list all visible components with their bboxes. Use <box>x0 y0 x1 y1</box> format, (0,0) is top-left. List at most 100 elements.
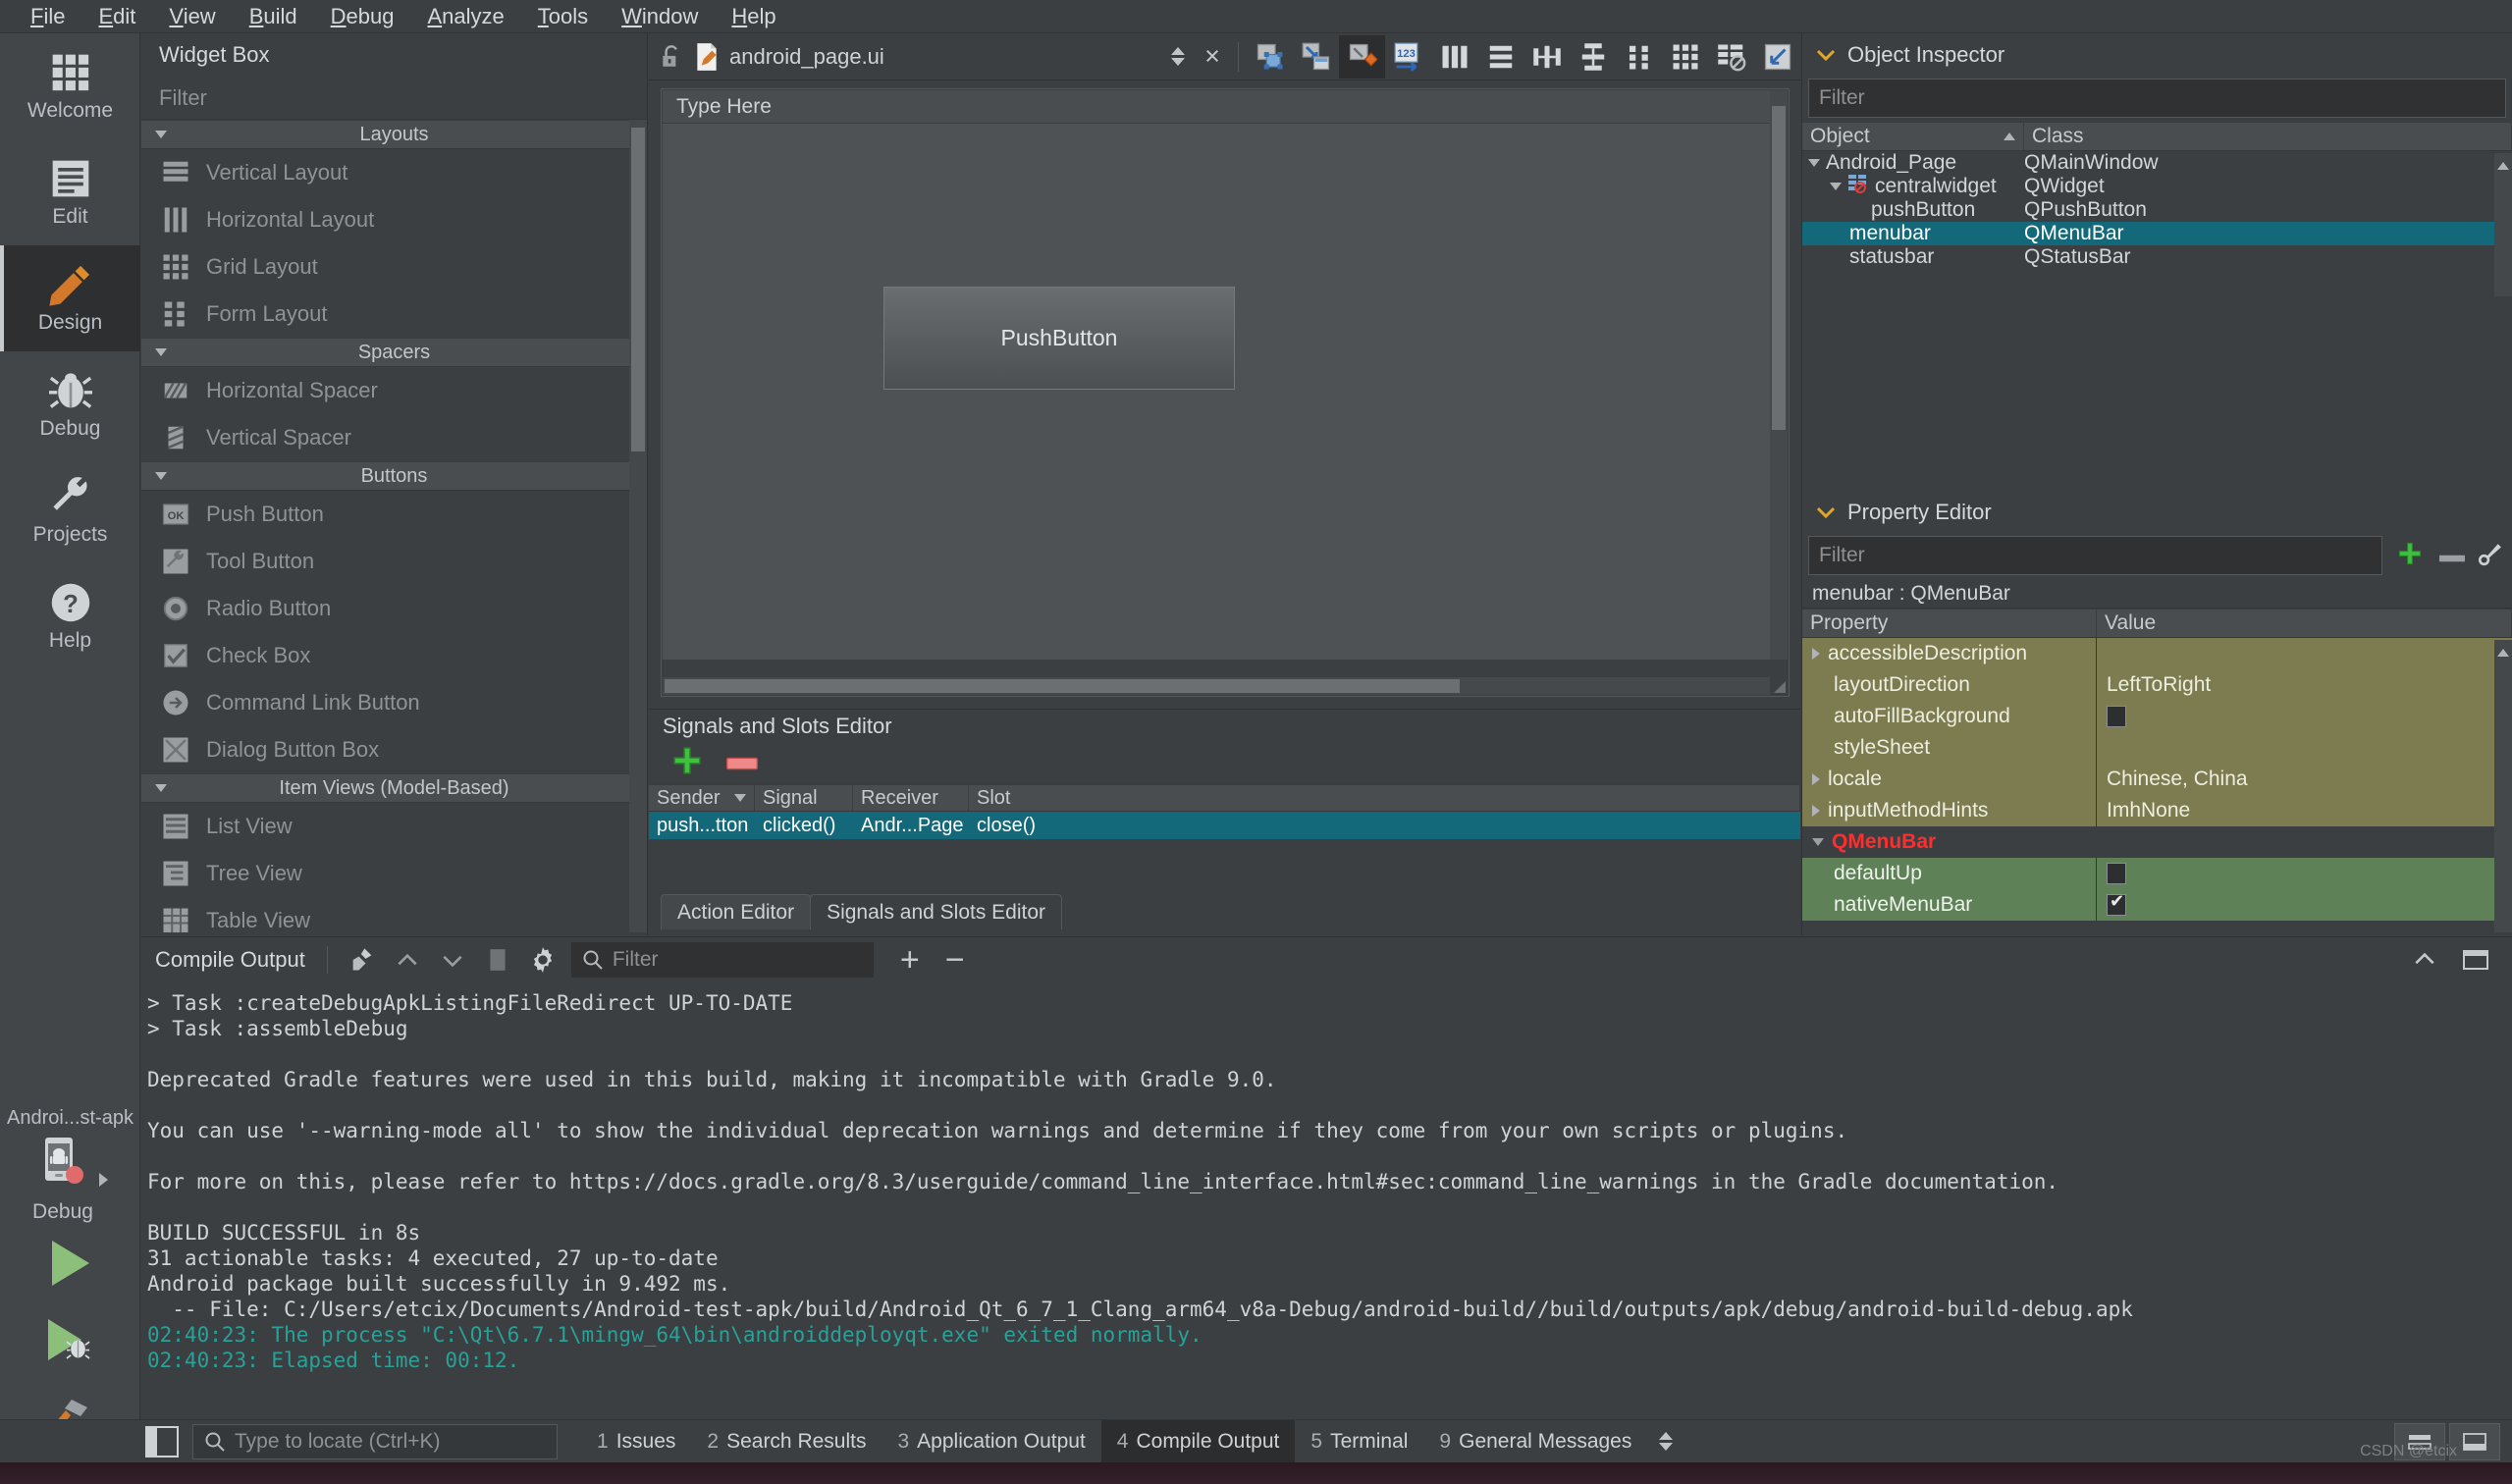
mode-button-debug[interactable]: Debug <box>0 351 140 457</box>
property-editor-scrollbar[interactable] <box>2494 640 2512 932</box>
property-checkbox[interactable] <box>2107 891 2126 916</box>
object-inspector-row[interactable]: menubar QMenuBar <box>1802 222 2512 245</box>
widget-item-form-layout[interactable]: Form Layout <box>141 291 647 338</box>
widget-item-tool-button[interactable]: Tool Button <box>141 538 647 585</box>
connection-slot[interactable]: close() <box>969 812 1800 839</box>
object-inspector-filter[interactable]: Filter <box>1808 79 2506 118</box>
output-tab-terminal[interactable]: 5 Terminal <box>1295 1420 1423 1463</box>
run-button[interactable] <box>0 1224 140 1302</box>
property-row[interactable]: inputMethodHints ImhNone <box>1802 795 2512 826</box>
close-file-button[interactable]: × <box>1195 41 1230 72</box>
property-row[interactable]: defaultUp <box>1802 858 2512 889</box>
output-tab-general-messages[interactable]: 9 General Messages <box>1423 1420 1647 1463</box>
toolbar-layout-horizontally-button[interactable] <box>1431 35 1477 79</box>
canvas-vertical-scrollbar[interactable] <box>1770 90 1788 660</box>
property-value[interactable] <box>2097 858 2512 889</box>
menu-debug[interactable]: Debug <box>314 0 411 33</box>
object-inspector-row[interactable]: centralwidget QWidget <box>1802 175 2512 198</box>
start-debugging-button[interactable] <box>0 1302 140 1381</box>
stop-square-icon[interactable] <box>475 940 520 980</box>
chevron-down-icon[interactable] <box>430 940 475 980</box>
mode-button-design[interactable]: Design <box>0 245 140 351</box>
output-tab-search-results[interactable]: 2 Search Results <box>691 1420 882 1463</box>
mode-button-edit[interactable]: Edit <box>0 139 140 245</box>
resize-corner-icon[interactable] <box>1773 680 1787 694</box>
column-header-value[interactable]: Value <box>2097 610 2512 637</box>
widget-item-table-view[interactable]: Table View <box>141 897 647 932</box>
configure-properties-button[interactable] <box>2473 541 2512 572</box>
widget-item-radio-button[interactable]: Radio Button <box>141 585 647 632</box>
column-header-property[interactable]: Property <box>1802 610 2097 637</box>
kit-selector[interactable]: Androi...st-apk Debug <box>0 1103 140 1459</box>
widget-box-scrollbar[interactable] <box>629 120 647 932</box>
widget-item-tree-view[interactable]: Tree View <box>141 850 647 897</box>
property-row[interactable]: QMenuBar <box>1802 826 2512 858</box>
widget-item-check-box[interactable]: Check Box <box>141 632 647 679</box>
widget-group-header[interactable]: Spacers <box>141 338 647 367</box>
pushbutton-widget[interactable]: PushButton <box>883 287 1235 390</box>
property-value[interactable] <box>2097 732 2512 764</box>
mode-button-help[interactable]: ? Help <box>0 563 140 669</box>
unlocked-padlock-icon[interactable] <box>659 44 684 70</box>
toolbar-layout-in-form-layout-button[interactable] <box>1616 35 1662 79</box>
property-row[interactable]: accessibleDescription <box>1802 638 2512 669</box>
menu-view[interactable]: View <box>152 0 232 33</box>
toolbar-layout-horizontally-in-splitter-button[interactable] <box>1523 35 1570 79</box>
kit-target-button[interactable]: Debug <box>32 1136 93 1224</box>
widget-item-vertical-spacer[interactable]: Vertical Spacer <box>141 414 647 461</box>
close-output-pane-button[interactable] <box>2453 940 2498 980</box>
widget-item-horizontal-spacer[interactable]: Horizontal Spacer <box>141 367 647 414</box>
widget-item-dialog-button-box[interactable]: Dialog Button Box <box>141 726 647 773</box>
column-header-receiver[interactable]: Receiver <box>853 785 969 811</box>
open-file-name[interactable]: android_page.ui <box>729 44 884 70</box>
chevron-down-icon[interactable] <box>1816 506 1836 518</box>
updown-spinner-icon[interactable] <box>1659 1432 1674 1451</box>
property-value[interactable]: LeftToRight <box>2097 669 2512 701</box>
toolbar-adjust-size-button[interactable] <box>1754 35 1800 79</box>
zoom-in-button[interactable]: + <box>887 940 933 980</box>
object-inspector-header[interactable]: Object Inspector <box>1802 33 2512 77</box>
property-row[interactable]: autoFillBackground <box>1802 701 2512 732</box>
widget-item-horizontal-layout[interactable]: Horizontal Layout <box>141 196 647 243</box>
connection-signal[interactable]: clicked() <box>755 812 853 839</box>
chevron-up-icon[interactable] <box>385 940 430 980</box>
chevron-up-icon[interactable] <box>2494 646 2512 660</box>
object-inspector-row[interactable]: statusbar QStatusBar <box>1802 245 2512 269</box>
mode-button-projects[interactable]: Projects <box>0 457 140 563</box>
menubar-type-here[interactable]: Type Here <box>663 90 1770 124</box>
remove-connection-button[interactable] <box>725 751 759 776</box>
toolbar-layout-vertically-button[interactable] <box>1477 35 1523 79</box>
column-header-slot[interactable]: Slot <box>969 785 1800 811</box>
mode-button-welcome[interactable]: Welcome <box>0 33 140 139</box>
object-inspector-row[interactable]: Android_Page QMainWindow <box>1802 151 2512 175</box>
column-header-signal[interactable]: Signal <box>755 785 853 811</box>
file-selector-spinner[interactable] <box>1171 47 1185 66</box>
widget-group-header[interactable]: Buttons <box>141 461 647 491</box>
chevron-up-icon[interactable] <box>2494 159 2512 173</box>
property-row[interactable]: nativeMenuBar <box>1802 889 2512 921</box>
object-inspector-scrollbar[interactable] <box>2494 153 2512 296</box>
property-editor-header[interactable]: Property Editor <box>1802 491 2512 534</box>
widget-item-grid-layout[interactable]: Grid Layout <box>141 243 647 291</box>
column-header-sender[interactable]: Sender <box>649 785 755 811</box>
widget-group-header[interactable]: Item Views (Model-Based) <box>141 773 647 803</box>
chevron-down-icon[interactable] <box>1816 49 1836 61</box>
connection-sender[interactable]: push...tton <box>649 812 755 839</box>
signal-slot-connection-row[interactable]: push...tton clicked() Andr...Page close() <box>649 812 1800 839</box>
add-connection-button[interactable] <box>670 744 704 783</box>
scrollbar-thumb[interactable] <box>1772 106 1786 430</box>
menu-build[interactable]: Build <box>233 0 314 33</box>
toolbar-edit-signals-slots-button[interactable] <box>1339 34 1385 79</box>
widget-item-push-button[interactable]: OK Push Button <box>141 491 647 538</box>
widget-group-header[interactable]: Layouts <box>141 120 647 149</box>
locator-input[interactable]: Type to locate (Ctrl+K) <box>192 1423 558 1459</box>
widget-box-filter[interactable]: Filter <box>141 77 647 120</box>
form-canvas[interactable]: Type Here PushButton <box>663 90 1770 660</box>
chevron-down-icon[interactable] <box>1812 838 1824 846</box>
toolbar-layout-in-grid-button[interactable] <box>1662 35 1708 79</box>
tab-action-editor[interactable]: Action Editor <box>661 894 812 929</box>
chevron-right-icon[interactable] <box>1812 773 1820 785</box>
scrollbar-thumb[interactable] <box>631 128 645 451</box>
toolbar-edit-signals-slots-disconnect-button[interactable] <box>1293 35 1339 79</box>
property-editor-filter[interactable]: Filter <box>1808 536 2382 575</box>
